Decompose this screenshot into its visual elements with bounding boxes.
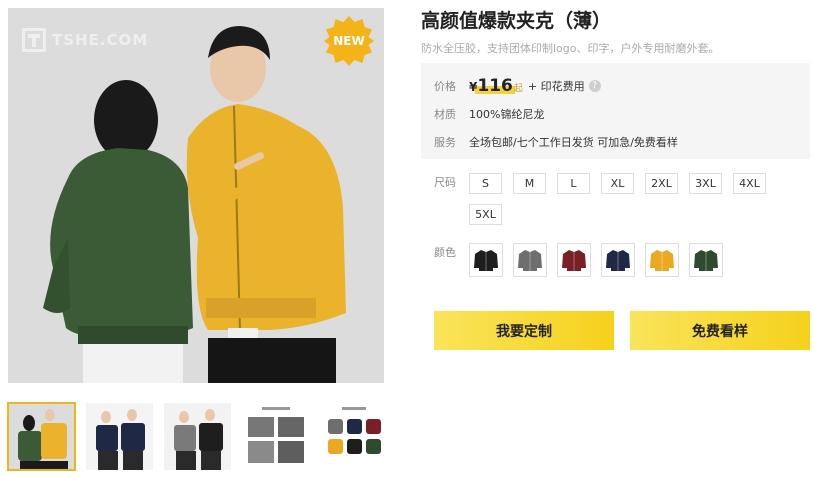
price-row: 价格 ¥ 116 起 + 印花费用 ? (434, 76, 601, 96)
service-row: 服务 全场包邮/七个工作日发货 可加急/免费看样 (434, 134, 678, 150)
watermark-logo-icon (22, 28, 46, 52)
size-option-3xl[interactable]: 3XL (689, 173, 722, 194)
material-row: 材质 100%锦纶尼龙 (434, 106, 544, 122)
color-swatch-black[interactable] (469, 243, 503, 277)
watermark-text: TSHE.COM (52, 31, 149, 49)
size-option-5xl[interactable]: 5XL (469, 204, 502, 225)
jacket-icon (474, 250, 498, 271)
jacket-icon (562, 250, 586, 271)
size-option-4xl[interactable]: 4XL (733, 173, 766, 194)
thumb-color-grid-image (320, 403, 387, 470)
color-swatch-navy[interactable] (601, 243, 635, 277)
service-label: 服务 (434, 136, 456, 149)
price-unit: 起 (513, 84, 523, 94)
size-option-m[interactable]: M (513, 173, 546, 194)
material-label: 材质 (434, 108, 456, 121)
service-value: 全场包邮/七个工作日发货 可加急/免费看样 (469, 136, 678, 149)
thumb-green-yellow-image (8, 403, 75, 470)
site-watermark: TSHE.COM (22, 28, 148, 52)
product-title: 高颜值爆款夹克（薄） (421, 10, 612, 32)
price-extra: + 印花费用 (527, 80, 585, 93)
thumb-grey-black-couple-image (164, 403, 231, 470)
thumb-green-yellow[interactable] (7, 402, 76, 471)
thumb-detail-shots-image (242, 403, 309, 470)
material-value: 100%锦纶尼龙 (469, 108, 545, 121)
size-option-2xl[interactable]: 2XL (645, 173, 678, 194)
price-value: 116 (475, 76, 515, 96)
thumb-detail-shots[interactable] (242, 403, 309, 470)
price-currency: ¥ (469, 80, 478, 94)
color-swatch-grey[interactable] (513, 243, 547, 277)
help-icon[interactable]: ? (588, 80, 601, 92)
new-badge: NEW (324, 16, 374, 66)
size-label: 尺码 (434, 176, 456, 189)
customize-button[interactable]: 我要定制 (434, 311, 614, 350)
thumb-navy-couple-image (86, 403, 153, 470)
color-swatch-yellow[interactable] (645, 243, 679, 277)
color-swatch-green[interactable] (689, 243, 723, 277)
size-option-xl[interactable]: XL (601, 173, 634, 194)
thumb-grey-black-couple[interactable] (164, 403, 231, 470)
info-panel: 价格 ¥ 116 起 + 印花费用 ? 材质 100%锦纶尼龙 服务 全场包邮/… (421, 63, 810, 159)
color-swatch-burgundy[interactable] (557, 243, 591, 277)
price-display: ¥ 116 起 (469, 76, 523, 96)
jacket-icon (650, 250, 674, 271)
jacket-icon (606, 250, 630, 271)
jacket-icon (694, 250, 718, 271)
size-option-s[interactable]: S (469, 173, 502, 194)
jacket-icon (518, 250, 542, 271)
size-option-l[interactable]: L (557, 173, 590, 194)
main-product-image: TSHE.COM NEW (8, 8, 384, 383)
thumb-color-grid[interactable] (320, 403, 387, 470)
color-label: 颜色 (434, 246, 456, 259)
thumb-navy-couple[interactable] (86, 403, 153, 470)
thumbnail-strip (7, 402, 387, 471)
product-subtitle: 防水全压胶，支持团体印制logo、印字，户外专用耐磨外套。 (421, 42, 720, 55)
new-badge-label: NEW (333, 34, 365, 48)
price-label: 价格 (434, 80, 456, 93)
free-sample-button[interactable]: 免费看样 (630, 311, 810, 350)
